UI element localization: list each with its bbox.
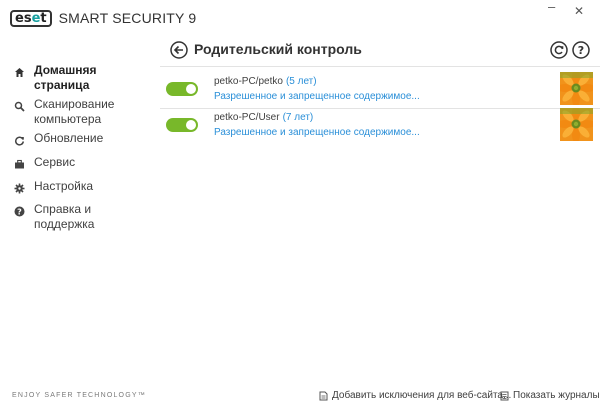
sidebar-item-label: Настройка [34,179,94,193]
account-age: (5 лет) [285,76,317,87]
refresh-icon [550,41,568,59]
account-name: petko-PC/petko [214,76,283,87]
add-website-exception-label: Добавить исключения для веб-сайта... [332,390,512,401]
list-item: petko-PC/User (7 лет) Разрешенное и запре… [160,105,600,143]
account-info: petko-PC/petko (5 лет) [214,76,317,87]
account-name: petko-PC/User [214,112,280,123]
sidebar-item-tools[interactable]: Сервис [12,155,144,171]
parental-control-toggle[interactable] [166,118,198,132]
gear-icon [12,181,26,195]
page-header: Родительский контроль ? [160,37,600,63]
sidebar-item-help[interactable]: ? Справка и поддержка [12,202,144,232]
product-name: SMART SECURITY 9 [58,10,197,26]
sidebar-item-label: Сканирование компьютера [34,97,115,126]
home-icon [12,65,26,79]
sidebar-item-label: Справка и поддержка [34,202,95,231]
sidebar-item-scan[interactable]: Сканирование компьютера [12,97,144,127]
flower-avatar-image [560,108,593,141]
question-icon: ? [572,41,590,59]
arrow-left-icon [170,41,188,59]
allowed-content-link[interactable]: Разрешенное и запрещенное содержимое... [214,127,420,138]
user-avatar [560,108,593,141]
minimize-button[interactable]: – [548,0,555,13]
eset-logo: es e t SMART SECURITY 9 [10,9,196,27]
sidebar-item-update[interactable]: Обновление [12,131,144,147]
document-icon [319,391,328,400]
toggle-knob [186,120,196,130]
account-age: (7 лет) [282,112,314,123]
show-logs-link[interactable]: Показать журналы [500,390,600,401]
briefcase-icon [12,157,26,171]
sidebar-item-label: Домашняя страница [34,63,97,92]
help-button[interactable]: ? [572,41,590,59]
tagline: ENJOY SAFER TECHNOLOGY™ [12,392,146,399]
search-icon [12,99,26,113]
add-website-exception-link[interactable]: Добавить исключения для веб-сайта... [319,390,511,401]
list-item: petko-PC/petko (5 лет) Разрешенное и запр… [160,69,600,107]
list-divider [160,66,600,67]
show-logs-label: Показать журналы [513,390,600,401]
flower-avatar-image [560,72,593,105]
user-avatar [560,72,593,105]
log-icon [500,391,509,400]
account-info: petko-PC/User (7 лет) [214,112,313,123]
back-button[interactable] [170,41,188,59]
svg-text:?: ? [17,207,22,216]
app-window: es e t SMART SECURITY 9 – ✕ Домашняя стран… [0,0,600,413]
help-icon: ? [12,204,26,218]
logo-mark: es e t [10,9,52,27]
sidebar-item-label: Обновление [34,131,104,145]
sidebar-item-settings[interactable]: Настройка [12,179,144,195]
page-title: Родительский контроль [194,41,362,57]
toggle-knob [186,84,196,94]
refresh-button[interactable] [550,41,568,59]
svg-text:?: ? [578,44,584,57]
sidebar-item-label: Сервис [34,155,76,169]
sidebar-item-home[interactable]: Домашняя страница [12,63,144,93]
refresh-icon [12,133,26,147]
allowed-content-link[interactable]: Разрешенное и запрещенное содержимое... [214,91,420,102]
parental-control-toggle[interactable] [166,82,198,96]
close-button[interactable]: ✕ [574,5,584,17]
